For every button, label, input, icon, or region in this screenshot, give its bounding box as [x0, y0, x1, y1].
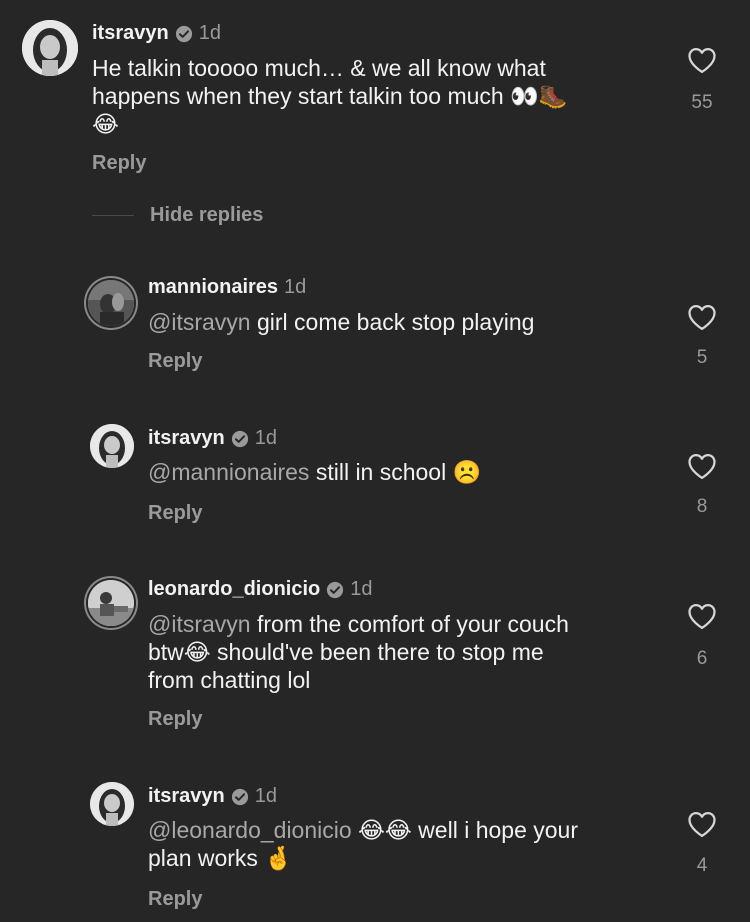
avatar[interactable]: [22, 20, 78, 76]
reply-button[interactable]: Reply: [148, 350, 202, 373]
avatar[interactable]: [90, 424, 134, 468]
mention-link[interactable]: @itsravyn: [148, 309, 251, 335]
reply-button[interactable]: Reply: [92, 152, 146, 175]
comment-timestamp: 1d: [254, 785, 277, 807]
comment-text: He talkin tooooo much… & we all know wha…: [92, 55, 568, 137]
comment-timestamp: 1d: [254, 427, 277, 449]
like-heart-icon[interactable]: [687, 602, 717, 630]
comment-username[interactable]: itsravyn 1d: [148, 785, 277, 808]
like-count: 4: [696, 855, 708, 876]
comment-text: @itsravyn girl come back stop playing: [148, 309, 535, 335]
comment-username[interactable]: itsravyn 1d: [92, 22, 221, 45]
comment-username[interactable]: mannionaires 1d: [148, 276, 306, 299]
comment-text: @itsravyn from the comfort of your couch…: [148, 611, 569, 693]
comment-username[interactable]: leonardo_dionicio 1d: [148, 578, 373, 601]
comment-timestamp: 1d: [350, 578, 373, 600]
reply-comment: itsravyn 1d @mannionaires still in schoo…: [0, 410, 750, 540]
like-count: 8: [696, 496, 708, 517]
reply-button[interactable]: Reply: [148, 708, 202, 731]
comment-timestamp: 1d: [284, 276, 307, 298]
like-heart-icon[interactable]: [687, 303, 717, 331]
reply-comment: mannionaires 1d @itsravyn girl come back…: [0, 260, 750, 390]
reply-comment: itsravyn 1d @leonardo_dionicio 😂😂 well i…: [0, 770, 750, 922]
verified-badge-icon: [231, 788, 249, 806]
verified-badge-icon: [326, 581, 344, 599]
mention-link[interactable]: @mannionaires: [148, 459, 309, 485]
verified-badge-icon: [175, 25, 193, 43]
reply-button[interactable]: Reply: [148, 502, 202, 525]
comment-username[interactable]: itsravyn 1d: [148, 427, 277, 450]
verified-badge-icon: [231, 430, 249, 448]
like-heart-icon[interactable]: [687, 452, 717, 480]
mention-link[interactable]: @leonardo_dionicio: [148, 817, 352, 843]
comment-text: @leonardo_dionicio 😂😂 well i hope your p…: [148, 817, 578, 871]
divider: [92, 215, 134, 216]
avatar[interactable]: [88, 580, 134, 626]
like-count: 55: [691, 92, 713, 113]
comments-thread: itsravyn 1d He talkin tooooo much… & we …: [0, 0, 750, 922]
reply-button[interactable]: Reply: [148, 888, 202, 911]
avatar[interactable]: [90, 782, 134, 826]
like-heart-icon[interactable]: [687, 810, 717, 838]
comment-top-level: itsravyn 1d He talkin tooooo much… & we …: [0, 0, 750, 190]
like-count: 5: [696, 347, 708, 368]
comment-timestamp: 1d: [198, 22, 221, 44]
reply-comment: leonardo_dionicio 1d @itsravyn from the …: [0, 560, 750, 750]
mention-link[interactable]: @itsravyn: [148, 611, 251, 637]
avatar[interactable]: [88, 280, 134, 326]
hide-replies-button[interactable]: Hide replies: [150, 204, 263, 227]
hide-replies-row[interactable]: Hide replies: [92, 204, 263, 227]
comment-text: @mannionaires still in school ☹️: [148, 459, 482, 485]
like-heart-icon[interactable]: [687, 46, 717, 74]
like-count: 6: [696, 648, 708, 669]
